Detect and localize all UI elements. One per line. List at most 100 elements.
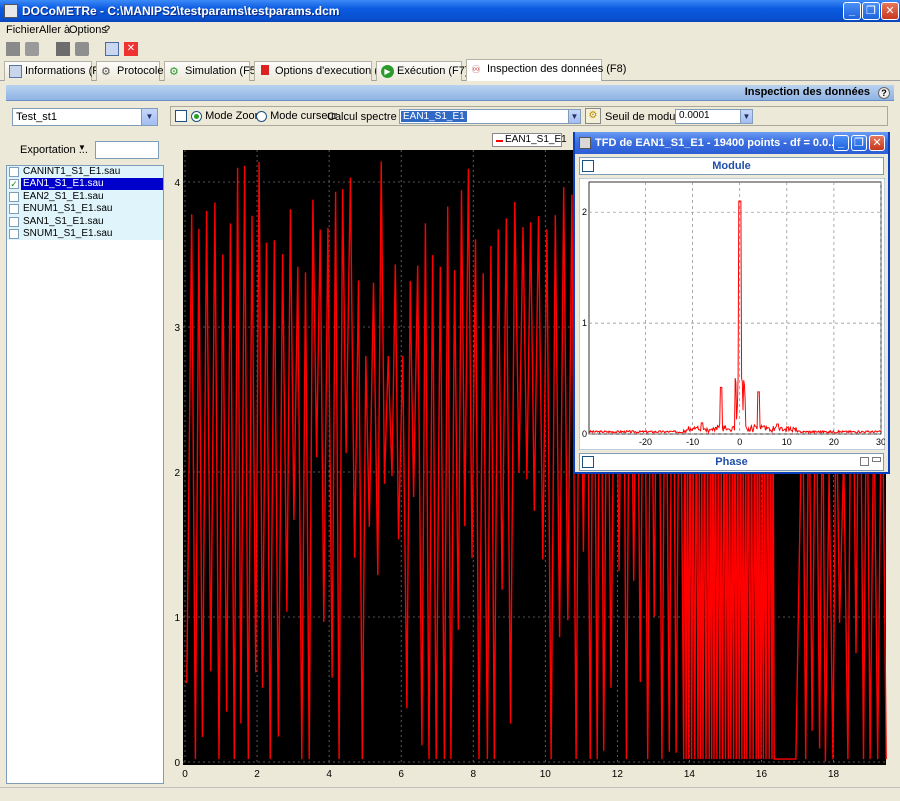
tab-execution[interactable]: ▶ Exécution (F7) [376, 61, 469, 81]
x-tick-label: 10 [782, 437, 792, 447]
export-field[interactable] [95, 141, 159, 159]
module-chart[interactable]: 0 1 2 -20 -10 0 10 20 30 [579, 178, 885, 450]
list-item[interactable]: SNUM1_S1_E1.sau [7, 227, 163, 241]
module-checkbox[interactable] [582, 160, 594, 172]
section-header: Inspection des données ? [6, 85, 894, 101]
x-tick-label: 2 [254, 769, 260, 780]
threshold-value: 0.0001 [679, 110, 710, 121]
export-dropdown-arrow-icon[interactable]: ▼ [78, 143, 86, 152]
new-icon[interactable] [6, 42, 20, 56]
legend-swatch [496, 140, 503, 142]
restore-icon[interactable] [860, 457, 869, 466]
file-name: EAN2_S1_E1.sau [23, 190, 104, 202]
threshold-dropdown[interactable]: 0.0001 ▼ [675, 109, 753, 124]
x-tick-label: -10 [686, 437, 699, 447]
tab-inspection[interactable]: ♾ Inspection des données (F8) [466, 59, 626, 81]
menu-fichier[interactable]: Fichier [6, 24, 39, 36]
test-dropdown-value: Test_st1 [16, 111, 57, 123]
list-item[interactable]: CANINT1_S1_E1.sau [7, 166, 163, 179]
checkbox[interactable] [9, 167, 19, 177]
maximize-button[interactable]: ❐ [862, 2, 880, 20]
tab-informations[interactable]: Informations (F1) [4, 61, 109, 81]
list-item[interactable]: ✓ EAN1_S1_E1.sau [7, 178, 163, 191]
help-icon[interactable]: ? [878, 87, 890, 99]
mode-zoom-radio[interactable]: Mode Zoom [191, 110, 264, 122]
section-title: Inspection des données [744, 86, 870, 98]
print-icon[interactable] [75, 42, 89, 56]
y-tick-label: 2 [174, 468, 180, 479]
inspect-icon: ♾ [471, 64, 481, 76]
legend-entry: EAN1_S1_E1 [505, 134, 567, 145]
list-item[interactable]: EAN2_S1_E1.sau [7, 190, 163, 204]
tfd-title-bar[interactable]: TFD de EAN1_S1_E1 - 19400 points - df = … [575, 132, 888, 154]
minimize-icon[interactable] [872, 457, 881, 462]
tab-bar: Informations (F1) ⚙ Protocole ⚙ Simulati… [0, 59, 900, 81]
chevron-down-icon[interactable]: ▼ [740, 110, 752, 123]
info-icon [9, 65, 22, 78]
menu-aller-a[interactable]: Aller à [39, 24, 70, 36]
x-tick-label: -20 [639, 437, 652, 447]
tfd-maximize-button[interactable]: ❐ [851, 135, 867, 151]
module-header[interactable]: Module [579, 157, 884, 175]
y-tick-label: 1 [174, 613, 180, 624]
window-title: DOCoMETRe - C:\MANIPS2\testparams\testpa… [22, 4, 340, 18]
x-tick-label: 16 [756, 769, 768, 780]
menu-bar: Fichier Aller à Options ? [0, 22, 900, 39]
mode-cursor-radio[interactable]: Mode curseur [256, 110, 337, 122]
x-tick-label: 18 [828, 769, 840, 780]
compute-spectrum-icon[interactable]: ⚙ [585, 108, 601, 124]
checkbox-checked[interactable]: ✓ [9, 179, 19, 190]
open-icon[interactable] [25, 42, 39, 56]
module-label: Module [712, 160, 751, 172]
tab-label: Simulation (F5) [185, 65, 260, 77]
list-item[interactable]: SAN1_S1_E1.sau [7, 215, 163, 228]
y-tick-label: 0 [582, 429, 587, 439]
tfd-minimize-button[interactable]: _ [833, 135, 849, 151]
mode-zoom-label: Mode Zoom [205, 110, 264, 122]
save-icon[interactable] [56, 42, 70, 56]
minimize-button[interactable]: _ [843, 2, 861, 20]
menu-options[interactable]: Options [69, 24, 107, 36]
y-tick-label: 4 [174, 178, 180, 189]
tab-label: Protocole [117, 65, 164, 77]
tab-simulation[interactable]: ⚙ Simulation (F5) [164, 61, 260, 81]
tab-protocole[interactable]: ⚙ Protocole [96, 61, 164, 81]
tfd-close-button[interactable]: ✕ [869, 135, 885, 151]
spectre-value: EAN1_S1_E1 [401, 111, 467, 122]
file-name: ENUM1_S1_E1.sau [23, 203, 113, 215]
chevron-down-icon[interactable]: ▼ [568, 110, 580, 123]
refresh-icon[interactable] [105, 42, 119, 56]
toolbar: ✕ [0, 39, 900, 59]
radio-on-icon [191, 110, 202, 122]
chevron-down-icon[interactable]: ▼ [141, 109, 157, 125]
tab-options-execution[interactable]: Options d'execution (F6) [254, 61, 395, 81]
x-tick-label: 10 [540, 769, 552, 780]
title-bar: DOCoMETRe - C:\MANIPS2\testparams\testpa… [0, 0, 900, 22]
phase-checkbox[interactable] [582, 456, 594, 468]
checkbox[interactable] [9, 228, 19, 239]
list-item[interactable]: ENUM1_S1_E1.sau [7, 203, 163, 216]
menu-help[interactable]: ? [104, 24, 110, 36]
play-icon: ▶ [381, 65, 394, 78]
x-tick-label: 14 [684, 769, 696, 780]
toolbar-checkbox[interactable] [175, 110, 187, 122]
file-list[interactable]: CANINT1_S1_E1.sau ✓ EAN1_S1_E1.sau EAN2_… [6, 165, 164, 784]
y-tick-label: 1 [582, 318, 587, 328]
tab-label: Inspection des données (F8) [487, 63, 627, 75]
file-name: SAN1_S1_E1.sau [23, 215, 104, 227]
y-tick-label: 0 [174, 758, 180, 769]
checkbox[interactable] [9, 216, 19, 227]
spectre-dropdown[interactable]: EAN1_S1_E1 ▼ [399, 109, 581, 124]
radio-off-icon [256, 110, 267, 122]
legend: EAN1_S1_E1 [492, 133, 567, 147]
phase-label: Phase [715, 456, 748, 468]
simulation-icon: ⚙ [169, 66, 179, 78]
close-button[interactable]: ✕ [881, 2, 899, 20]
phase-header[interactable]: Phase [579, 453, 884, 471]
tfd-window[interactable]: TFD de EAN1_S1_E1 - 19400 points - df = … [573, 132, 890, 474]
stop-icon[interactable]: ✕ [124, 42, 138, 56]
test-dropdown[interactable]: Test_st1 ▼ [12, 108, 158, 126]
status-bar [0, 787, 900, 801]
checkbox[interactable] [9, 191, 19, 202]
checkbox[interactable] [9, 204, 19, 215]
